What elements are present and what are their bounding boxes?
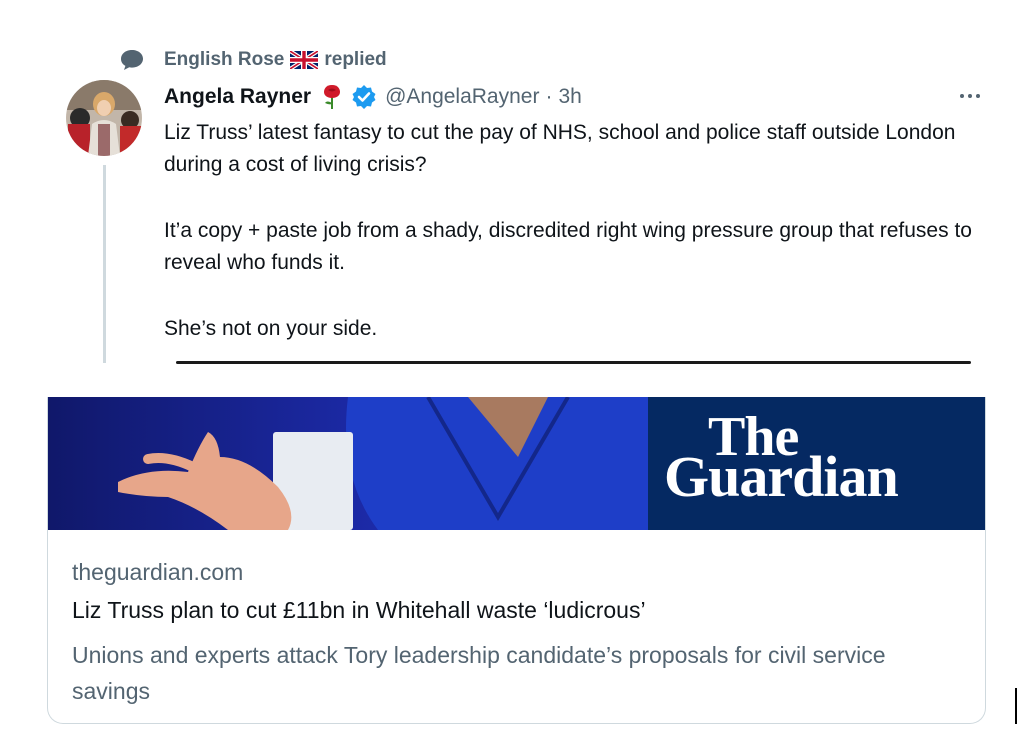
link-preview-card[interactable]: The Guardian theguardian.com Liz Truss p… bbox=[47, 397, 986, 724]
text-cursor bbox=[1015, 688, 1017, 724]
author-name[interactable]: Angela Rayner bbox=[164, 85, 311, 109]
tweet-timestamp[interactable]: 3h bbox=[558, 85, 581, 109]
author-avatar[interactable] bbox=[66, 80, 142, 156]
card-domain: theguardian.com bbox=[72, 559, 244, 585]
replier-name[interactable]: English Rose bbox=[164, 49, 284, 71]
thread-line bbox=[103, 165, 106, 363]
tweet-text: Liz Truss’ latest fantasy to cut the pay… bbox=[164, 117, 984, 345]
logo-text-guardian: Guardian bbox=[664, 444, 899, 509]
verified-badge-icon bbox=[351, 84, 377, 110]
card-title[interactable]: Liz Truss plan to cut £11bn in Whitehall… bbox=[72, 597, 646, 624]
author-handle[interactable]: @AngelaRayner bbox=[385, 85, 539, 109]
card-image[interactable]: The Guardian bbox=[48, 397, 985, 530]
union-jack-flag-icon bbox=[289, 49, 320, 71]
replied-label: replied bbox=[324, 49, 387, 70]
tweet-paragraph: Liz Truss’ latest fantasy to cut the pay… bbox=[164, 121, 956, 176]
speech-bubble-icon bbox=[120, 49, 144, 71]
separator-dot: · bbox=[545, 85, 553, 108]
card-description: Unions and experts attack Tory leadershi… bbox=[72, 642, 886, 704]
media-edge bbox=[176, 361, 971, 364]
tweet-paragraph: It’a copy + paste job from a shady, disc… bbox=[164, 219, 972, 274]
red-rose-icon bbox=[321, 84, 343, 110]
reply-context: English Rose replied bbox=[120, 46, 387, 74]
more-options-icon[interactable] bbox=[955, 84, 985, 108]
tweet-header: Angela Rayner @AngelaRayner · 3h bbox=[164, 82, 582, 112]
tweet-paragraph: She’s not on your side. bbox=[164, 317, 378, 340]
guardian-logo: The Guardian bbox=[648, 397, 985, 530]
